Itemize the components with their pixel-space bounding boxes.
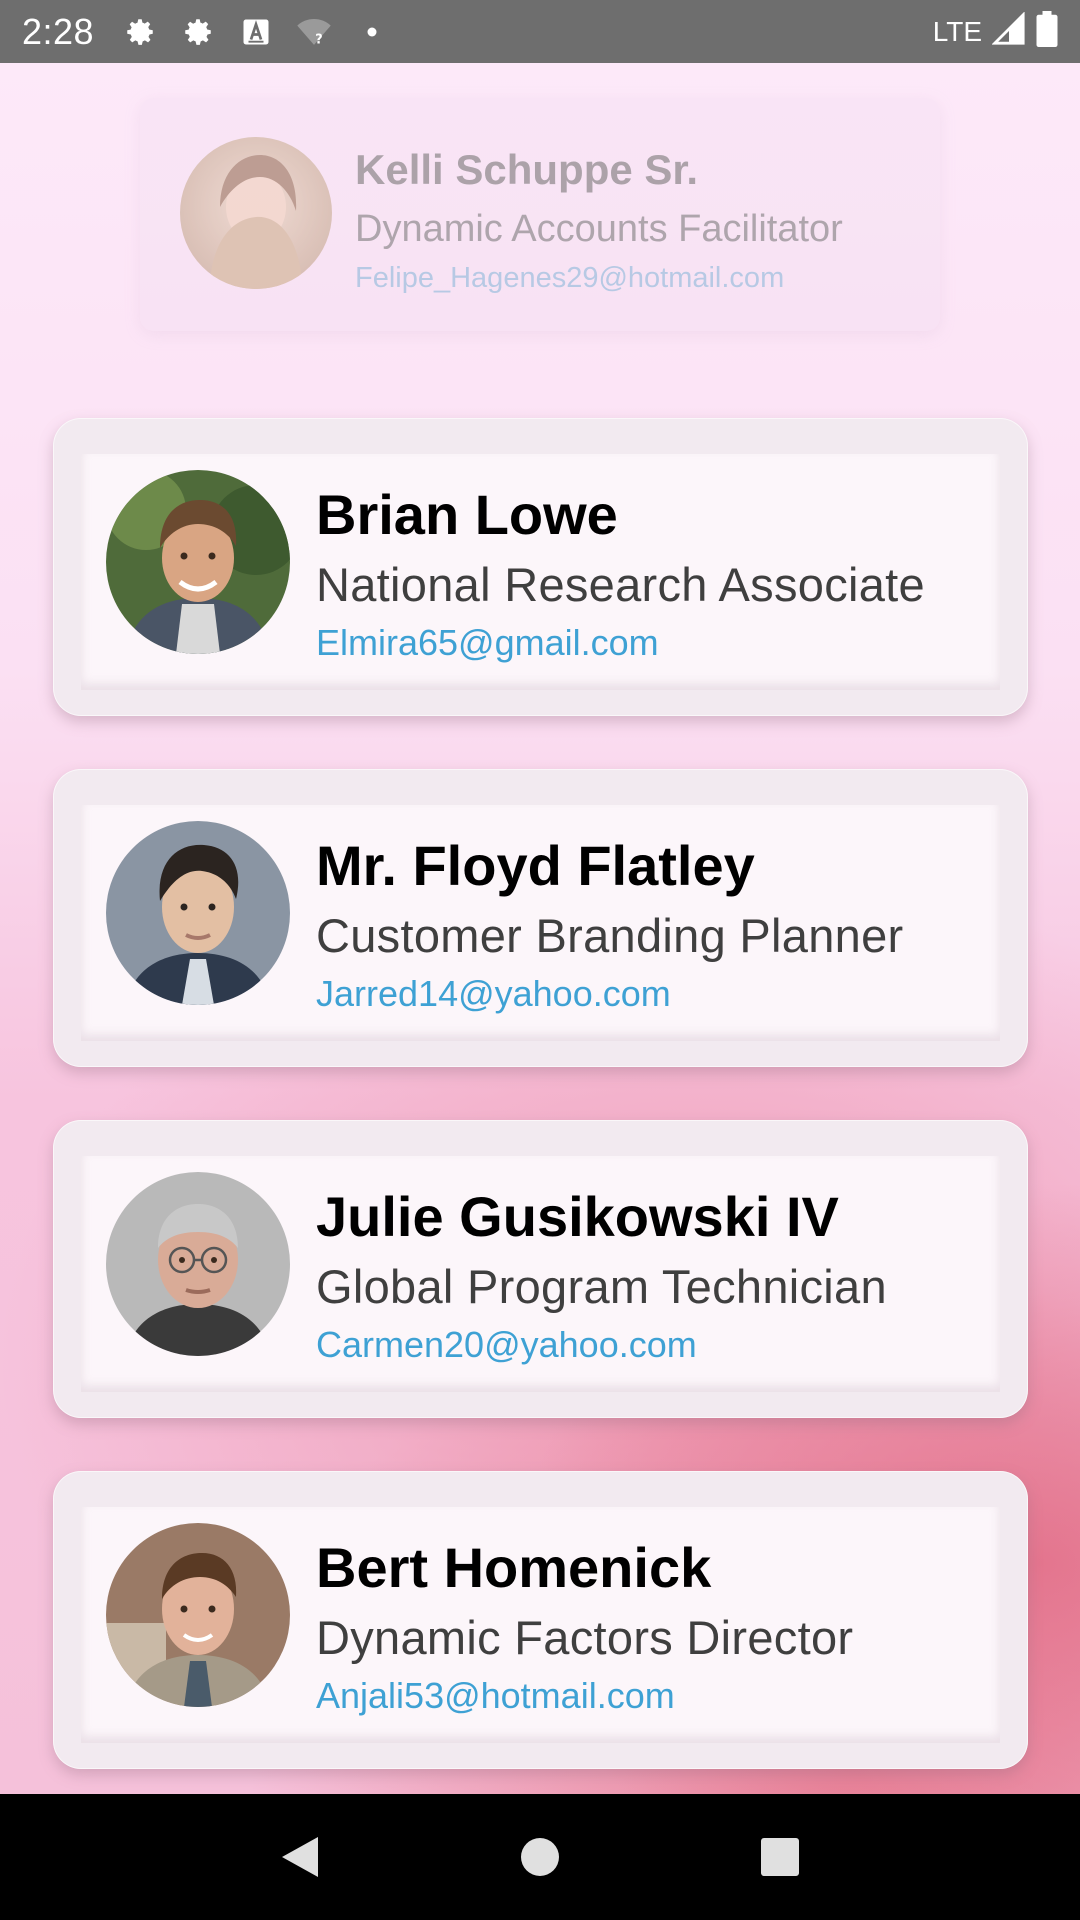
contact-role: Customer Branding Planner [316,909,904,962]
back-icon[interactable] [265,1822,335,1892]
contact-list[interactable]: Kelli Schuppe Sr. Dynamic Accounts Facil… [0,63,1080,1794]
wifi-question-icon: ? [296,14,332,50]
settings-icon [180,14,216,50]
contact-email[interactable]: Elmira65@gmail.com [316,622,659,664]
recents-icon[interactable] [745,1822,815,1892]
avatar [106,1172,290,1356]
status-right: LTE [933,11,1058,52]
contact-card-dragging[interactable]: Kelli Schuppe Sr. Dynamic Accounts Facil… [140,98,940,331]
network-type: LTE [932,15,982,47]
status-bar: 2:28 ? LTE [0,0,1080,63]
contact-email[interactable]: Carmen20@yahoo.com [316,1324,697,1366]
contact-email[interactable]: Jarred14@yahoo.com [316,973,671,1015]
signal-icon [991,11,1026,51]
home-icon[interactable] [505,1822,575,1892]
contact-email[interactable]: Felipe_Hagenes29@hotmail.com [355,262,784,295]
avatar [106,821,290,1005]
avatar [180,137,332,289]
contact-name: Julie Gusikowski IV [316,1185,839,1248]
battery-icon [1036,11,1058,52]
contact-card[interactable]: Julie Gusikowski IV Global Program Techn… [53,1120,1028,1418]
contact-role: National Research Associate [316,558,925,611]
contact-name: Bert Homenick [316,1536,712,1599]
status-time: 2:28 [22,10,95,52]
contact-name: Brian Lowe [316,483,618,546]
contact-role: Dynamic Factors Director [316,1611,854,1664]
contact-name: Mr. Floyd Flatley [316,834,755,897]
avatar [106,470,290,654]
dot-icon [354,14,390,50]
contact-role: Dynamic Accounts Facilitator [355,208,843,250]
contact-card[interactable]: Brian Lowe National Research Associate E… [53,418,1028,716]
contact-card[interactable]: Bert Homenick Dynamic Factors Director A… [53,1471,1028,1769]
contact-card[interactable]: Mr. Floyd Flatley Customer Branding Plan… [53,769,1028,1067]
navigation-bar [0,1794,1080,1920]
settings-icon [122,14,158,50]
keyboard-a-icon [238,14,274,50]
contact-role: Global Program Technician [316,1260,887,1313]
contact-email[interactable]: Anjali53@hotmail.com [316,1675,675,1717]
contact-name: Kelli Schuppe Sr. [355,146,699,193]
avatar [106,1523,290,1707]
svg-text:?: ? [315,32,322,47]
